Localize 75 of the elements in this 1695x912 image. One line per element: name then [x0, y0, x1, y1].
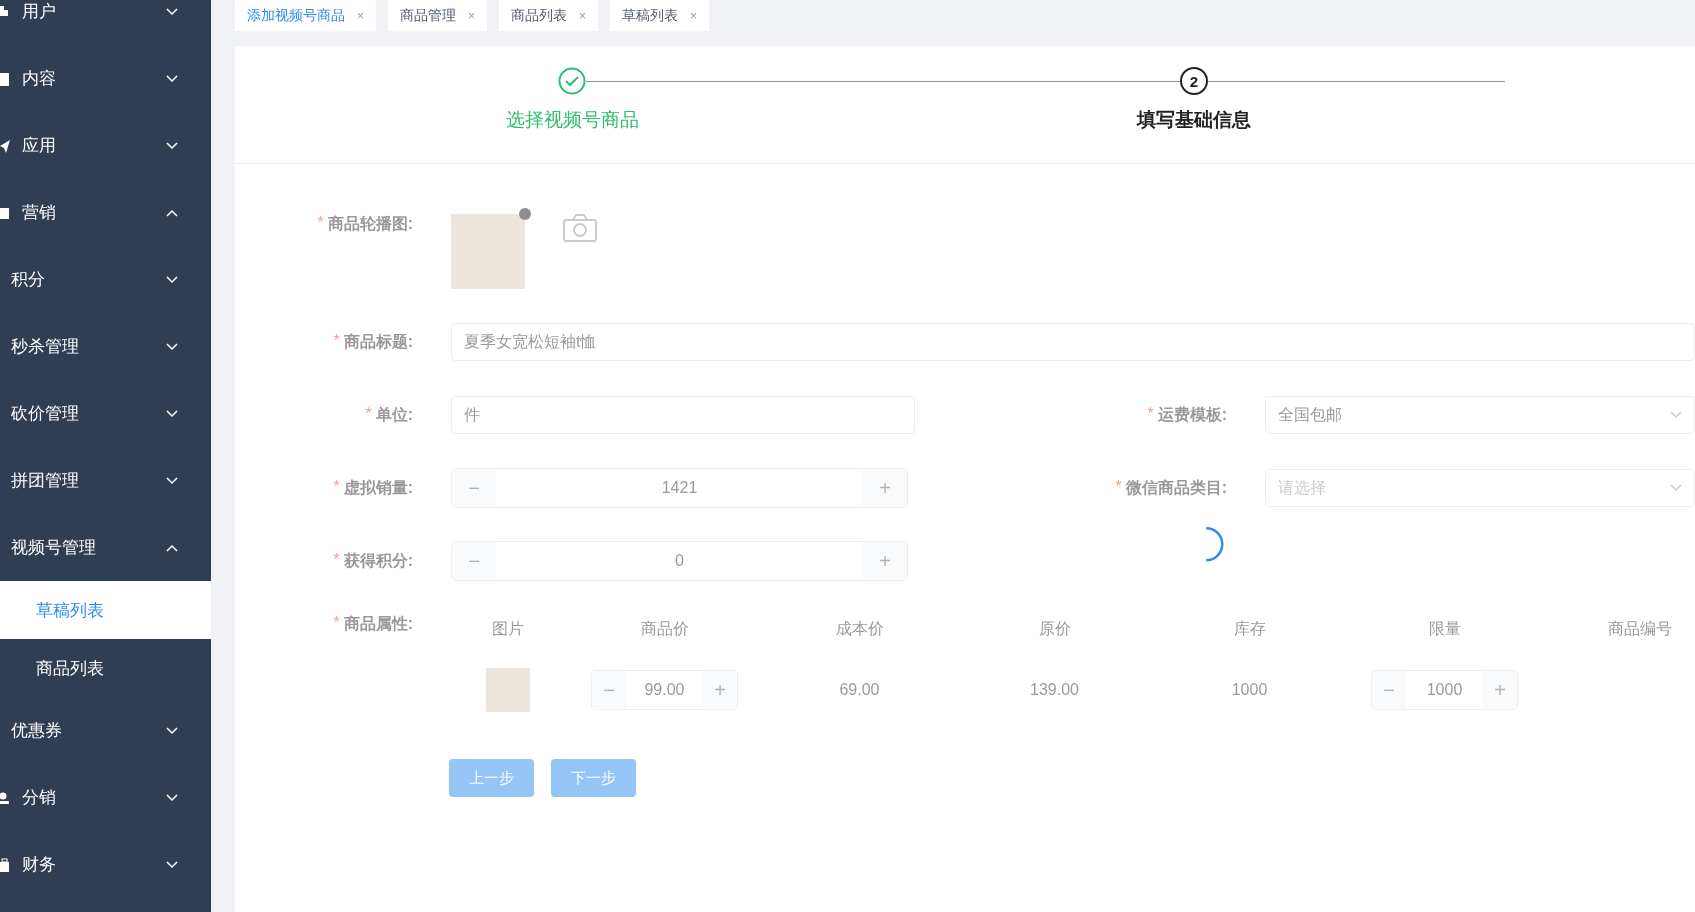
sidebar-item[interactable]: 商品列表	[0, 639, 211, 697]
sidebar-item[interactable]: 应用	[0, 112, 211, 179]
tab[interactable]: 草稿列表 ×	[610, 0, 710, 31]
sidebar-item[interactable]: 优惠券	[0, 697, 211, 764]
field-label: 商品轮播图:	[327, 214, 413, 234]
select-field[interactable]: 全国包邮	[1265, 396, 1695, 434]
sidebar-item[interactable]: 分销	[0, 764, 211, 831]
required-mark: *	[333, 614, 340, 633]
minus-button[interactable]: −	[452, 469, 496, 507]
number-input[interactable]: − 99.00 +	[591, 670, 738, 710]
sidebar-item[interactable]: 内容	[0, 45, 211, 112]
column-header: 图片	[491, 619, 525, 639]
number-input[interactable]: − 0 +	[451, 541, 908, 581]
required-mark: *	[1115, 477, 1122, 497]
required-mark: *	[333, 331, 340, 351]
field-label: 商品属性:	[343, 614, 413, 634]
text-input[interactable]: 夏季女宽松短袖t恤	[451, 323, 1695, 361]
column-header: 库存	[1232, 619, 1267, 639]
field-label: 商品标题:	[343, 331, 413, 352]
step-title: 填写基础信息	[1137, 108, 1251, 132]
required-mark: *	[317, 214, 324, 233]
minus-button[interactable]: −	[592, 671, 626, 709]
column-header: 成本价	[834, 619, 885, 639]
text-input[interactable]: 件	[451, 396, 915, 434]
close-icon[interactable]: ×	[690, 8, 698, 23]
camera-icon[interactable]	[563, 214, 597, 242]
sidebar-item[interactable]: 秒杀管理	[0, 313, 211, 380]
column-header: 原价	[1037, 619, 1072, 639]
sidebar-item[interactable]: 拼团管理	[0, 447, 211, 514]
field-label: 单位:	[375, 404, 413, 425]
close-icon[interactable]: ×	[357, 8, 364, 23]
step-number: 2	[1180, 67, 1208, 95]
chevron-down-icon	[1670, 484, 1682, 492]
close-icon[interactable]: ×	[579, 8, 587, 23]
field-label: 运费模板:	[1157, 404, 1227, 425]
table-cell-text: 139.00	[1029, 680, 1080, 700]
tab[interactable]: 商品列表 ×	[499, 0, 599, 31]
field-label: 微信商品类目:	[1125, 477, 1227, 498]
sidebar-item[interactable]: 砍价管理	[0, 380, 211, 447]
sidebar-item[interactable]: 草稿列表	[0, 581, 211, 639]
step-button[interactable]: 下一步	[551, 759, 636, 797]
sidebar-item[interactable]: 积分	[0, 246, 211, 313]
number-input[interactable]: − 1421 +	[451, 468, 908, 508]
send-icon	[0, 137, 10, 154]
sidebar-item[interactable]: 营销	[0, 179, 211, 246]
step-title: 选择视频号商品	[505, 108, 639, 132]
number-input[interactable]: − 1000 +	[1371, 670, 1518, 710]
tab[interactable]: 添加视频号商品 ×	[235, 0, 376, 31]
field-label: 获得积分:	[343, 550, 413, 571]
sidebar-item[interactable]: 视频号管理	[0, 514, 211, 581]
chevron-down-icon	[1670, 411, 1682, 419]
required-mark: *	[1147, 404, 1154, 424]
required-mark: *	[333, 550, 340, 570]
table-cell-text: 1000	[1230, 680, 1269, 700]
column-header: 商品编号	[1606, 619, 1673, 639]
sidebar-item[interactable]: 用户	[0, 0, 211, 45]
table-cell-text: 69.00	[838, 680, 881, 700]
close-icon[interactable]: ×	[468, 8, 476, 23]
column-header: 商品价	[639, 619, 690, 639]
plus-button[interactable]: +	[863, 542, 907, 580]
minus-button[interactable]: −	[1372, 671, 1406, 709]
required-mark: *	[365, 404, 372, 424]
sidebar-item[interactable]: 财务	[0, 831, 211, 898]
minus-button[interactable]: −	[452, 542, 496, 580]
field-label: 虚拟销量:	[343, 477, 413, 498]
photo-placeholder	[486, 668, 530, 712]
step-button[interactable]: 上一步	[449, 759, 534, 797]
column-header: 限量	[1427, 619, 1462, 639]
tab[interactable]: 商品管理 ×	[388, 0, 488, 31]
plus-button[interactable]: +	[703, 671, 737, 709]
required-mark: *	[333, 477, 340, 497]
remove-dot-icon[interactable]	[519, 208, 531, 220]
plus-button[interactable]: +	[863, 469, 907, 507]
briefcase-icon	[0, 856, 10, 873]
plus-button[interactable]: +	[1483, 671, 1517, 709]
